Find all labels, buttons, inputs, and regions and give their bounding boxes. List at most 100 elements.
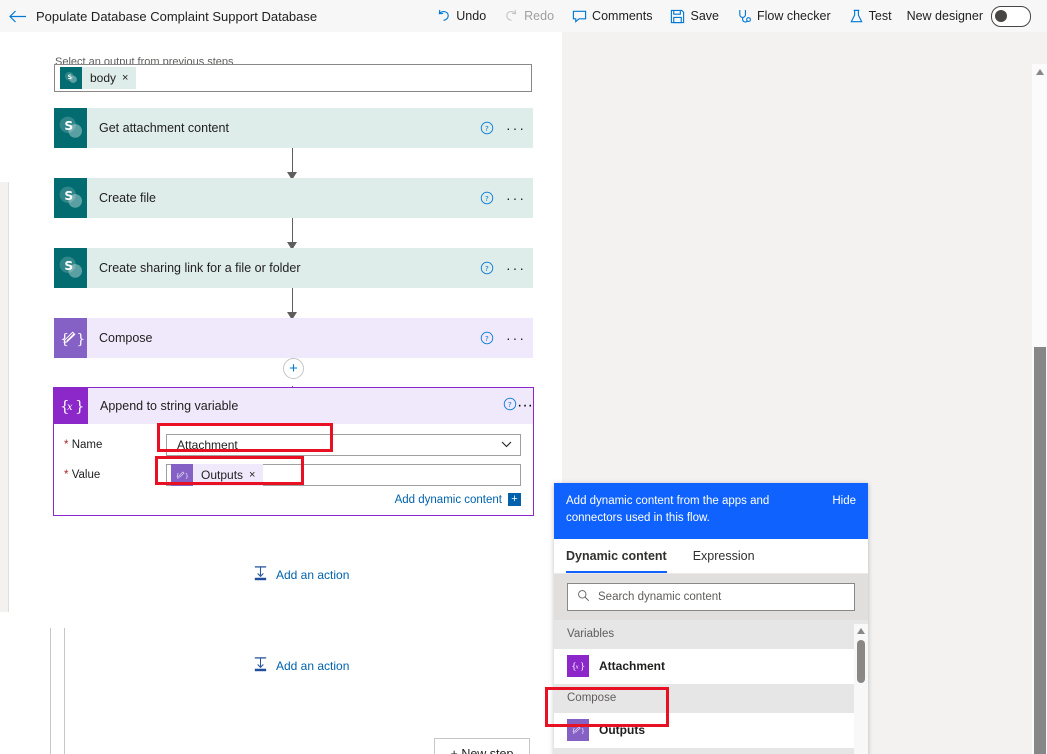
sharepoint-icon: S	[54, 178, 87, 218]
name-combobox[interactable]: Attachment	[166, 434, 521, 456]
flask-icon	[849, 9, 864, 24]
page-scrollbar[interactable]	[1032, 64, 1047, 754]
close-icon[interactable]: ×	[122, 72, 136, 84]
action-card-append-to-string-variable[interactable]: {x} Append to string variable ? ··· * Na…	[53, 387, 534, 516]
action-card-title: Create sharing link for a file or folder	[99, 261, 301, 275]
redo-button[interactable]: Redo	[496, 6, 562, 27]
more-options-icon[interactable]: ···	[499, 121, 533, 135]
svg-text:?: ?	[485, 334, 489, 343]
insert-step-button[interactable]: +	[283, 358, 304, 379]
help-icon[interactable]: ?	[475, 331, 499, 345]
variable-card-title: Append to string variable	[100, 399, 239, 413]
help-icon[interactable]: ?	[475, 121, 499, 135]
svg-text:}: }	[76, 331, 84, 347]
tab-dynamic-content[interactable]: Dynamic content	[566, 539, 667, 573]
flyout-scrollbar[interactable]	[854, 624, 868, 754]
scroll-up-icon[interactable]	[857, 628, 865, 634]
save-icon	[670, 9, 685, 24]
sharepoint-icon: S	[54, 248, 87, 288]
dynamic-content-item-label: Outputs	[599, 723, 645, 737]
action-card-title: Compose	[99, 331, 153, 345]
scrollbar-thumb[interactable]	[1034, 347, 1046, 754]
undo-button[interactable]: Undo	[428, 6, 494, 27]
action-card-title: Create file	[99, 191, 156, 205]
add-dynamic-content-plus-icon[interactable]: +	[508, 493, 521, 506]
close-icon[interactable]: ×	[249, 469, 263, 481]
add-action-label: Add an action	[276, 568, 350, 582]
flow-checker-button[interactable]: Flow checker	[729, 6, 839, 27]
more-options-icon[interactable]: ···	[499, 331, 533, 345]
action-card-create-file[interactable]: S Create file ? ···	[54, 178, 533, 218]
comments-label: Comments	[592, 9, 653, 23]
command-bar: Populate Database Complaint Support Data…	[0, 0, 1047, 32]
add-an-action-inner[interactable]: Add an action	[252, 565, 349, 585]
svg-text:}: }	[581, 727, 585, 735]
value-input[interactable]: {} Outputs ×	[166, 464, 521, 486]
hide-button[interactable]: Hide	[832, 493, 856, 510]
svg-text:x: x	[576, 664, 580, 670]
chevron-down-icon[interactable]	[501, 440, 512, 450]
token-body[interactable]: S body ×	[60, 67, 137, 89]
svg-text:S: S	[68, 74, 72, 81]
command-group: Undo Redo Comments Save Flow checker Tes…	[427, 5, 1047, 27]
top-field-input[interactable]: S body ×	[54, 64, 532, 92]
add-an-action-outer[interactable]: Add an action	[252, 656, 349, 676]
scroll-up-icon[interactable]	[1035, 69, 1044, 75]
help-icon[interactable]: ?	[475, 191, 499, 205]
dynamic-content-item-outputs[interactable]: {} Outputs	[554, 712, 868, 748]
value-field-label: * Value	[64, 469, 166, 481]
designer-canvas: Select an output from previous steps S b…	[0, 32, 1047, 754]
search-dynamic-content-field[interactable]: Search dynamic content	[567, 582, 855, 611]
new-designer-toggle[interactable]	[991, 5, 1031, 27]
help-icon[interactable]: ?	[475, 261, 499, 275]
new-designer-label: New designer	[906, 9, 983, 23]
inner-scope-container	[64, 628, 566, 754]
variable-card-header: {x} Append to string variable ? ···	[54, 388, 533, 424]
connector-arrow	[287, 288, 297, 320]
flyout-header-text: Add dynamic content from the apps and co…	[566, 495, 770, 525]
more-options-icon[interactable]: ···	[499, 261, 533, 275]
flyout-search-wrap: Search dynamic content	[554, 573, 868, 620]
more-options-icon[interactable]: ···	[517, 397, 533, 415]
svg-text:}: }	[580, 662, 585, 672]
flow-title: Populate Database Complaint Support Data…	[36, 8, 318, 24]
add-dynamic-content-link[interactable]: Add dynamic content	[395, 494, 502, 506]
connector-arrow	[287, 148, 297, 180]
compose-icon: {}	[567, 719, 589, 741]
svg-text:S: S	[64, 119, 73, 133]
svg-text:?: ?	[485, 194, 489, 203]
dynamic-content-item-label: Attachment	[599, 659, 666, 673]
save-label: Save	[690, 9, 719, 23]
test-button[interactable]: Test	[841, 6, 900, 27]
back-arrow-icon[interactable]	[0, 0, 34, 32]
add-action-icon	[252, 565, 269, 585]
flow-pane: Select an output from previous steps S b…	[0, 32, 566, 754]
add-action-label: Add an action	[276, 659, 350, 673]
more-options-icon[interactable]: ···	[499, 191, 533, 205]
value-label-text: Value	[71, 469, 101, 481]
new-step-button[interactable]: + New step	[434, 738, 530, 754]
search-icon	[577, 589, 590, 605]
svg-text:x: x	[67, 402, 73, 413]
help-icon[interactable]: ?	[503, 397, 517, 416]
action-card-compose[interactable]: {} Compose ? ···	[54, 318, 533, 358]
sharepoint-icon: S	[54, 108, 87, 148]
action-card-create-sharing-link[interactable]: S Create sharing link for a file or fold…	[54, 248, 533, 288]
dynamic-content-item-attachment[interactable]: {x} Attachment	[554, 648, 868, 684]
required-marker: *	[64, 469, 69, 481]
name-label-text: Name	[71, 439, 103, 451]
name-field-row: * Name Attachment	[54, 430, 533, 460]
svg-text:}: }	[185, 472, 189, 480]
svg-text:?: ?	[485, 124, 489, 133]
add-action-icon	[252, 656, 269, 676]
group-header-get-attachments: Get attachments	[554, 747, 868, 754]
scrollbar-thumb[interactable]	[857, 640, 865, 683]
add-dynamic-content-row: Add dynamic content +	[54, 493, 533, 506]
save-button[interactable]: Save	[662, 6, 727, 27]
tab-expression[interactable]: Expression	[693, 539, 755, 573]
search-placeholder: Search dynamic content	[598, 590, 722, 603]
flyout-header: Add dynamic content from the apps and co…	[554, 483, 868, 539]
comments-button[interactable]: Comments	[564, 6, 660, 27]
token-outputs[interactable]: {} Outputs ×	[171, 464, 264, 486]
action-card-get-attachment-content[interactable]: S Get attachment content ? ···	[54, 108, 533, 148]
